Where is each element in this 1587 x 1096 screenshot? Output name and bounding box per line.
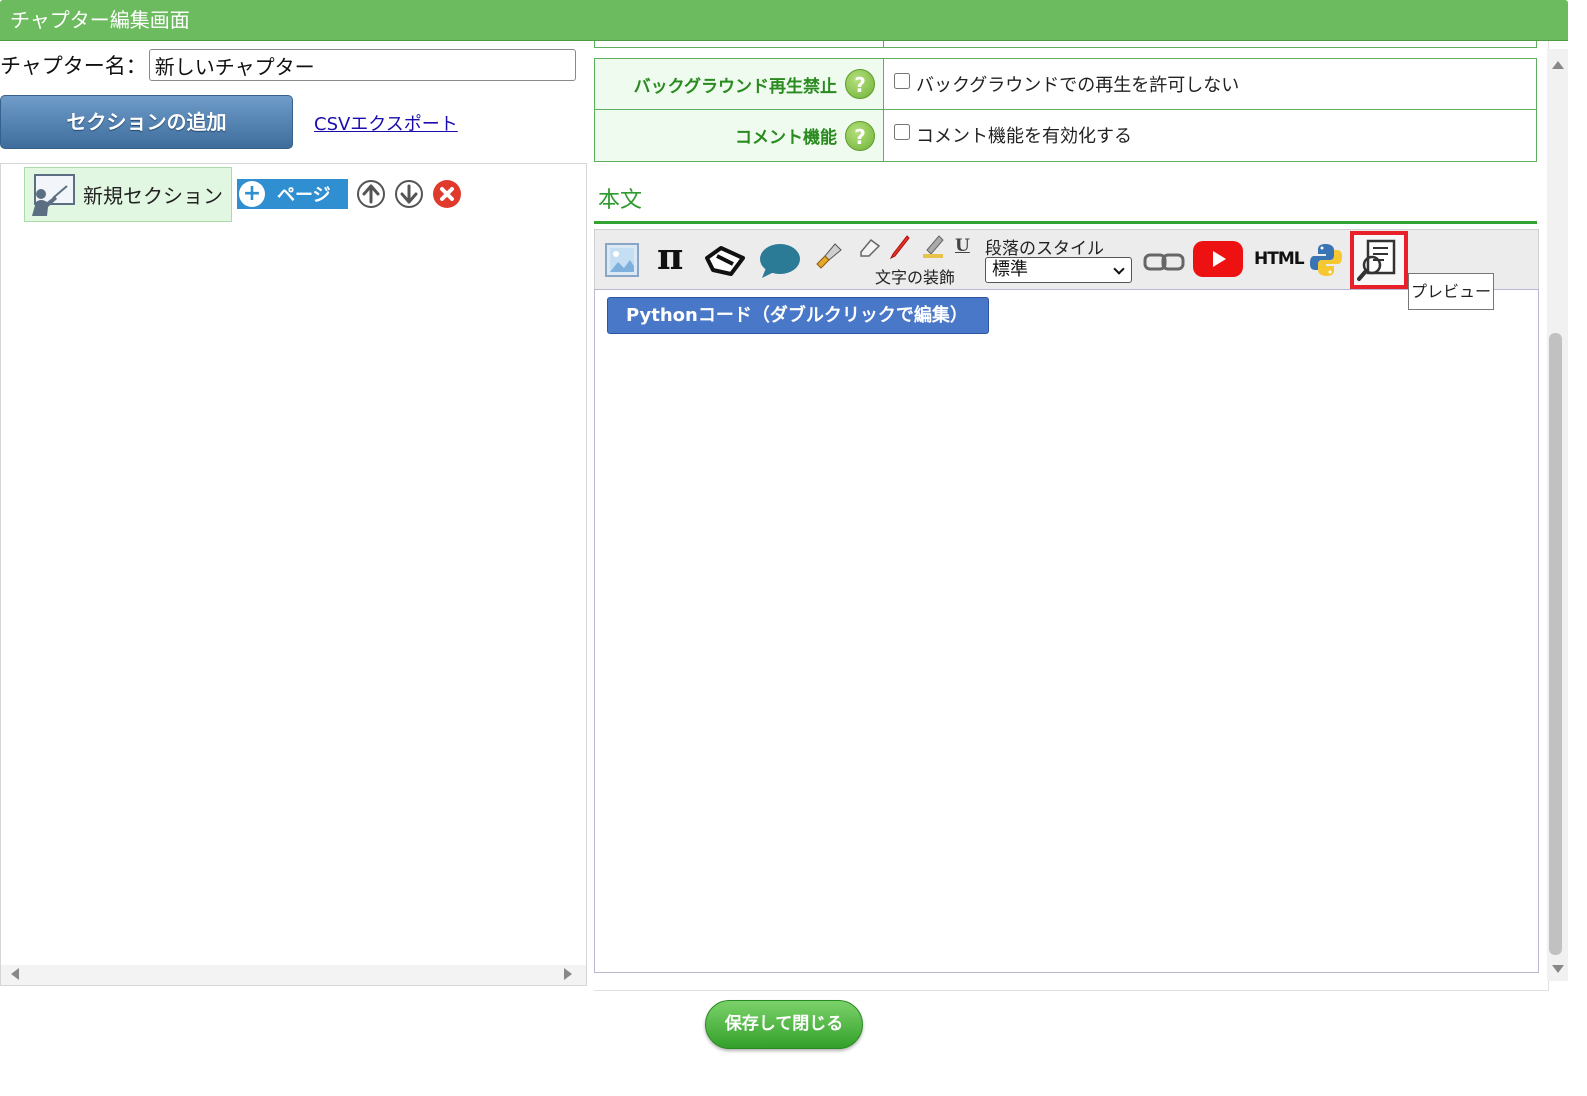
youtube-icon[interactable] (1193, 241, 1243, 281)
section-node[interactable]: 新規セクション (24, 167, 232, 222)
add-page-label: ページ (277, 185, 331, 206)
paragraph-style-value: 標準 (992, 259, 1028, 280)
plus-circle-icon: + (239, 181, 265, 207)
arrow-down-icon (395, 180, 423, 208)
add-page-button[interactable]: + ページ (237, 179, 348, 209)
scroll-right-icon[interactable] (564, 968, 572, 980)
delete-section-button[interactable] (432, 179, 462, 209)
paragraph-style-select[interactable]: 標準 (985, 257, 1132, 283)
checkbox-label: バックグラウンドでの再生を許可しない (916, 75, 1240, 96)
arrow-up-icon (357, 180, 385, 208)
math-pi-icon[interactable]: π (657, 236, 683, 278)
body-editor[interactable]: Pythonコード（ダブルクリックで編集） (594, 289, 1539, 973)
chapter-name-row: チャプター名： (0, 48, 576, 82)
save-and-close-button[interactable]: 保存して閉じる (705, 1000, 863, 1049)
image-icon[interactable] (604, 242, 640, 282)
setting-row-comment: コメント機能 ? コメント機能を有効化する (594, 110, 1537, 162)
red-pen-icon[interactable] (889, 234, 911, 264)
background-play-checkbox[interactable] (894, 73, 910, 89)
comment-option[interactable]: コメント機能を有効化する (884, 110, 1536, 161)
eraser-shape-icon[interactable] (703, 244, 747, 282)
paragraph-style-label: 段落のスタイル (985, 239, 1104, 259)
horizontal-scrollbar[interactable] (1, 965, 586, 985)
scroll-left-icon[interactable] (11, 968, 19, 980)
scroll-up-icon[interactable] (1552, 61, 1564, 69)
csv-export-link[interactable]: CSVエクスポート (314, 110, 458, 136)
speech-bubble-icon[interactable] (758, 242, 802, 284)
preview-tooltip: プレビュー (1408, 273, 1494, 310)
window-title: チャプター編集画面 (0, 0, 1568, 41)
help-icon[interactable]: ? (845, 120, 875, 151)
body-heading: 本文 (598, 188, 643, 213)
add-section-button[interactable]: セクションの追加 (0, 95, 293, 149)
checkbox-label: コメント機能を有効化する (916, 126, 1132, 147)
section-label: 新規セクション (83, 184, 223, 208)
settings-top-edge (594, 41, 1537, 48)
move-up-button[interactable] (356, 179, 386, 209)
preview-icon (1357, 239, 1396, 281)
section-tree-panel: 新規セクション + ページ (0, 163, 587, 986)
chapter-name-input[interactable] (148, 49, 576, 81)
body-divider (594, 221, 1537, 224)
preview-button[interactable] (1350, 231, 1408, 289)
text-decoration-label: 文字の装飾 (875, 268, 956, 287)
move-down-button[interactable] (394, 179, 424, 209)
comment-checkbox[interactable] (894, 124, 910, 140)
background-play-option[interactable]: バックグラウンドでの再生を許可しない (884, 59, 1536, 109)
setting-row-background: バックグラウンド再生禁止 ? バックグラウンドでの再生を許可しない (594, 58, 1537, 110)
brush-icon[interactable] (815, 242, 843, 274)
help-icon[interactable]: ? (845, 69, 875, 99)
highlighter-icon[interactable] (921, 234, 945, 264)
link-icon[interactable] (1143, 251, 1185, 277)
html-label[interactable]: HTML (1254, 249, 1305, 269)
underline-icon[interactable]: U (955, 236, 970, 256)
eraser-icon[interactable] (857, 236, 881, 262)
setting-label: コメント機能 (735, 128, 837, 148)
lecture-icon (27, 172, 77, 218)
chapter-name-label: チャプター名： (0, 54, 147, 78)
setting-label: バックグラウンド再生禁止 (633, 76, 837, 97)
python-icon[interactable] (1308, 242, 1344, 282)
scrollbar-thumb[interactable] (1549, 333, 1562, 955)
delete-icon (433, 180, 461, 208)
scroll-down-icon[interactable] (1552, 965, 1564, 973)
chevron-down-icon (1113, 263, 1125, 275)
python-code-block[interactable]: Pythonコード（ダブルクリックで編集） (607, 297, 989, 334)
